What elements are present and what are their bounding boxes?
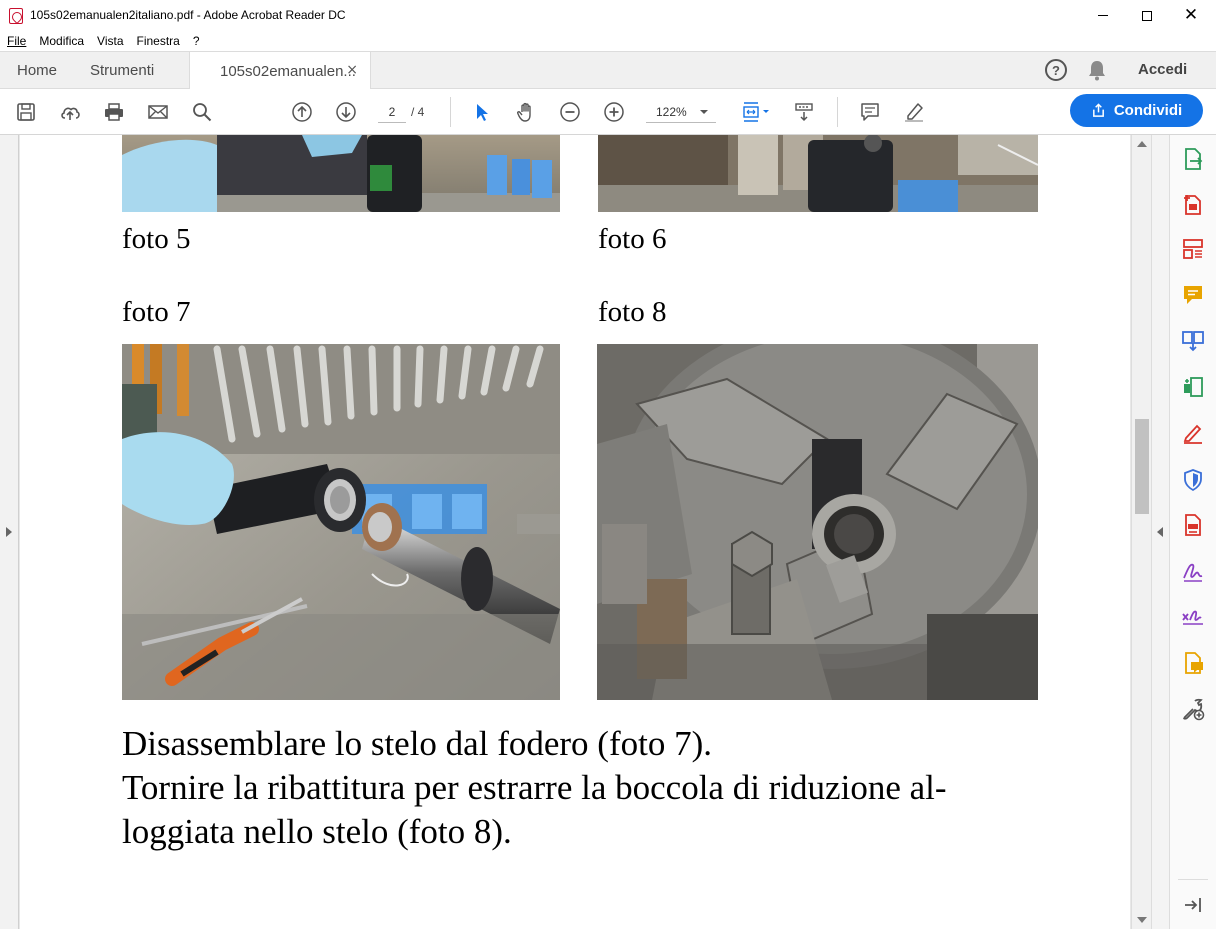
minimize-button[interactable] [1080, 0, 1126, 31]
photo-7 [122, 344, 560, 700]
hand-tool-icon[interactable] [513, 99, 539, 125]
pdf-edit-icon[interactable] [1181, 513, 1205, 537]
comment-icon[interactable] [857, 99, 883, 125]
scroll-up-icon[interactable] [1137, 141, 1147, 147]
scroll-down-icon[interactable] [1137, 917, 1147, 923]
protect-icon[interactable] [1181, 468, 1205, 492]
caption-foto-5: foto 5 [122, 223, 191, 255]
organize-pages-icon[interactable] [1181, 237, 1205, 261]
bell-icon[interactable] [1087, 59, 1107, 81]
share-button[interactable]: Condividi [1070, 94, 1203, 127]
minimize-icon [1098, 15, 1108, 16]
acrobat-logo-icon [9, 8, 23, 24]
caption-foto-7: foto 7 [122, 296, 191, 328]
next-page-icon[interactable] [333, 99, 359, 125]
export-pdf-icon[interactable] [1181, 147, 1205, 171]
email-icon[interactable] [145, 99, 171, 125]
send-for-comments-icon[interactable] [1181, 651, 1205, 675]
upload-cloud-icon[interactable] [57, 99, 83, 125]
zoom-level-select[interactable]: 122% [646, 101, 716, 123]
scroll-thumb[interactable] [1135, 419, 1149, 514]
help-icon[interactable]: ? [1045, 59, 1067, 81]
tab-document-label: 105s02emanualen... [220, 62, 356, 80]
caption-foto-8: foto 8 [598, 296, 667, 328]
left-panel-toggle[interactable] [0, 135, 19, 929]
paragraph-line: Disassemblare lo stelo dal fodero (foto … [122, 724, 712, 763]
more-tools-icon[interactable] [1181, 697, 1205, 721]
certificates-icon[interactable] [1181, 605, 1205, 629]
photo-6 [598, 135, 1038, 212]
maximize-icon [1142, 10, 1152, 21]
document-body-text: Disassemblare lo stelo dal fodero (foto … [122, 722, 1022, 854]
comment-icon[interactable] [1181, 283, 1205, 307]
close-icon: ✕ [1183, 5, 1199, 25]
share-icon [1092, 103, 1104, 117]
menu-finestra[interactable]: Finestra [137, 34, 180, 48]
collapse-right-icon [1157, 527, 1163, 537]
combine-files-icon[interactable] [1181, 329, 1205, 353]
toolbar-divider [837, 97, 838, 127]
previous-page-icon[interactable] [289, 99, 315, 125]
send-for-signature-icon[interactable] [1181, 559, 1205, 583]
maximize-button[interactable] [1124, 0, 1170, 31]
save-icon[interactable] [13, 99, 39, 125]
close-tab-icon[interactable]: × [346, 62, 358, 78]
highlight-pen-icon[interactable] [901, 99, 927, 125]
zoom-in-icon[interactable] [601, 99, 627, 125]
scrolling-mode-icon[interactable] [791, 99, 817, 125]
create-pdf-icon[interactable] [1181, 192, 1205, 216]
tab-tools[interactable]: Strumenti [90, 52, 154, 89]
search-icon[interactable] [189, 99, 215, 125]
tools-pane [1169, 135, 1216, 929]
menu-help[interactable]: ? [193, 34, 200, 48]
paragraph-line: loggiata nello stelo (foto 8). [122, 812, 512, 851]
sign-in-button[interactable]: Accedi [1138, 61, 1187, 78]
caption-foto-6: foto 6 [598, 223, 667, 255]
menu-vista[interactable]: Vista [97, 34, 123, 48]
photo-5 [122, 135, 560, 212]
expand-pane-icon[interactable] [1181, 893, 1205, 917]
compress-pdf-icon[interactable] [1181, 375, 1205, 399]
fit-page-icon[interactable] [737, 99, 773, 125]
page-number-input[interactable]: 2 [378, 101, 406, 123]
tab-bar: Home Strumenti 105s02emanualen... × ? Ac… [0, 51, 1216, 90]
paragraph-line: Tornire la ribattitura per estrarre la b… [122, 768, 947, 807]
right-pane-toggle[interactable] [1151, 135, 1169, 929]
zoom-level-value: 122% [656, 105, 687, 119]
tab-home[interactable]: Home [17, 52, 57, 89]
tab-document[interactable]: 105s02emanualen... × [189, 52, 371, 90]
toolbar: 2 / 4 122% [0, 89, 1216, 135]
title-bar: 105s02emanualen2italiano.pdf - Adobe Acr… [0, 0, 1216, 31]
expand-left-icon [6, 527, 12, 537]
page-total: / 4 [411, 105, 425, 119]
toolbar-divider [450, 97, 451, 127]
select-tool-icon[interactable] [469, 99, 495, 125]
fill-sign-icon[interactable] [1181, 421, 1205, 445]
menu-file[interactable]: File [7, 34, 26, 48]
document-viewport[interactable]: foto 5 foto 6 foto 7 foto 8 Disassemblar… [0, 135, 1131, 929]
zoom-out-icon[interactable] [557, 99, 583, 125]
chevron-down-icon [700, 110, 708, 114]
pdf-page: foto 5 foto 6 foto 7 foto 8 Disassemblar… [20, 135, 1130, 929]
photo-8 [597, 344, 1038, 700]
close-window-button[interactable]: ✕ [1168, 0, 1214, 31]
menu-bar: File Modifica Vista Finestra ? [0, 31, 1216, 51]
window-title: 105s02emanualen2italiano.pdf - Adobe Acr… [30, 8, 346, 22]
vertical-scrollbar[interactable] [1131, 135, 1151, 929]
share-label: Condividi [1113, 102, 1183, 119]
menu-modifica[interactable]: Modifica [39, 34, 84, 48]
tools-pane-divider [1178, 879, 1208, 880]
print-icon[interactable] [101, 99, 127, 125]
